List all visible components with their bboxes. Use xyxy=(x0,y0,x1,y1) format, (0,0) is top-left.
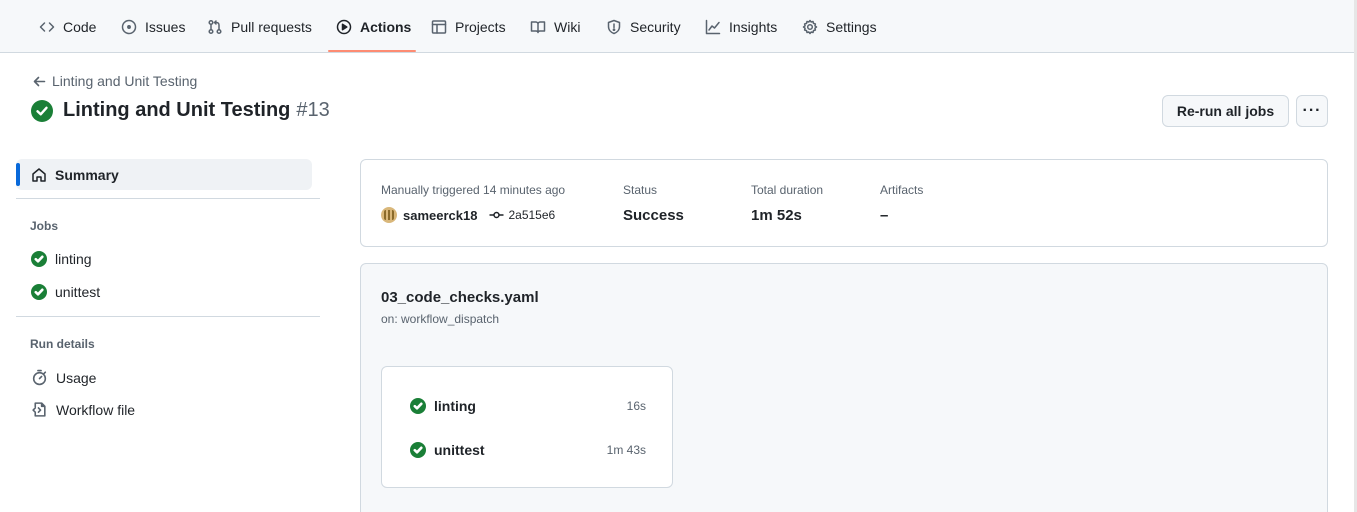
table-icon xyxy=(431,19,447,34)
workflow-file-name: 03_code_checks.yaml xyxy=(381,289,539,306)
file-code-icon xyxy=(32,402,46,417)
tab-pull-requests[interactable]: Pull requests xyxy=(207,0,312,53)
sidebar-item-summary[interactable]: Summary xyxy=(16,159,312,190)
sidebar-summary-label: Summary xyxy=(55,166,119,183)
back-to-workflow-link[interactable]: Linting and Unit Testing xyxy=(33,73,197,89)
shield-icon xyxy=(607,19,621,34)
sidebar-jobs-heading: Jobs xyxy=(30,219,59,233)
tab-settings[interactable]: Settings xyxy=(802,0,877,53)
success-check-icon xyxy=(31,99,53,122)
commit-link[interactable]: 2a515e6 xyxy=(489,208,555,222)
tab-insights-label: Insights xyxy=(729,18,778,35)
avatar[interactable] xyxy=(381,207,397,223)
tab-settings-label: Settings xyxy=(826,18,877,35)
code-icon xyxy=(39,21,55,32)
home-icon xyxy=(32,167,46,182)
stopwatch-icon xyxy=(32,369,47,386)
more-options-button[interactable]: ··· xyxy=(1296,95,1328,127)
jobs-card: linting 16s unittest 1m 43s xyxy=(381,366,673,488)
run-number: #13 xyxy=(296,99,330,121)
sidebar-run-details-heading: Run details xyxy=(30,337,95,351)
workflow-trigger: on: workflow_dispatch xyxy=(381,312,500,326)
commit-sha: 2a515e6 xyxy=(508,208,556,222)
tab-actions-label: Actions xyxy=(360,18,412,35)
duration-label: Total duration xyxy=(751,183,824,197)
issue-icon xyxy=(121,19,137,34)
graph-icon xyxy=(705,19,721,34)
book-icon xyxy=(530,20,546,33)
tab-pull-requests-label: Pull requests xyxy=(231,18,312,35)
success-check-icon xyxy=(410,442,426,458)
artifacts-value: – xyxy=(880,207,889,224)
run-title: Linting and Unit Testing xyxy=(63,99,291,121)
sidebar-item-usage[interactable]: Usage xyxy=(31,369,96,386)
actor-link[interactable]: sameerck18 xyxy=(403,208,477,223)
job-row-unittest[interactable]: unittest 1m 43s xyxy=(410,440,646,460)
gear-icon xyxy=(802,19,818,34)
run-summary-panel: Manually triggered 14 minutes ago sameer… xyxy=(360,159,1328,247)
sidebar-workflow-file-label: Workflow file xyxy=(56,401,136,418)
status-value: Success xyxy=(623,207,684,224)
sidebar-usage-label: Usage xyxy=(56,369,97,386)
tab-security[interactable]: Security xyxy=(606,0,681,53)
workflow-graph-panel: 03_code_checks.yaml on: workflow_dispatc… xyxy=(360,263,1328,512)
repo-nav: Code Issues Pull requests Actions Projec… xyxy=(0,0,1357,53)
success-check-icon xyxy=(31,284,47,300)
status-label: Status xyxy=(623,183,658,197)
tab-projects-label: Projects xyxy=(455,18,506,35)
success-check-icon xyxy=(31,251,47,267)
tab-actions[interactable]: Actions xyxy=(336,0,411,53)
back-link-label: Linting and Unit Testing xyxy=(52,73,198,89)
job-name: unittest xyxy=(434,442,485,458)
sidebar-item-job-linting[interactable]: linting xyxy=(31,251,92,267)
trigger-actor: sameerck18 2a515e6 xyxy=(381,207,555,223)
sidebar-job-label: linting xyxy=(55,251,92,267)
play-icon xyxy=(336,19,352,34)
sidebar-divider xyxy=(16,198,320,199)
sidebar-divider xyxy=(16,316,320,317)
tab-insights[interactable]: Insights xyxy=(705,0,777,53)
commit-icon xyxy=(489,211,504,219)
run-title-row: Linting and Unit Testing #13 xyxy=(31,99,330,122)
job-name: linting xyxy=(434,398,476,414)
trigger-label: Manually triggered 14 minutes ago xyxy=(381,183,566,197)
active-tab-indicator xyxy=(328,50,416,52)
success-check-icon xyxy=(410,398,426,414)
job-duration: 1m 43s xyxy=(606,443,646,457)
tab-projects[interactable]: Projects xyxy=(431,0,506,53)
sidebar-job-label: unittest xyxy=(55,284,101,300)
page-title: Linting and Unit Testing #13 xyxy=(63,99,330,122)
job-row-linting[interactable]: linting 16s xyxy=(410,396,646,416)
rerun-all-jobs-button[interactable]: Re-run all jobs xyxy=(1162,95,1289,127)
job-duration: 16s xyxy=(626,399,646,413)
tab-issues-label: Issues xyxy=(145,18,186,35)
tab-security-label: Security xyxy=(630,18,681,35)
tab-wiki[interactable]: Wiki xyxy=(530,0,580,53)
tab-code-label: Code xyxy=(63,18,97,35)
pull-request-icon xyxy=(208,19,222,34)
artifacts-label: Artifacts xyxy=(880,183,924,197)
arrow-left-icon xyxy=(33,76,46,86)
sidebar-item-workflow-file[interactable]: Workflow file xyxy=(31,401,135,418)
tab-wiki-label: Wiki xyxy=(554,18,581,35)
sidebar-item-job-unittest[interactable]: unittest xyxy=(31,284,100,300)
tab-issues[interactable]: Issues xyxy=(121,0,185,53)
tab-code[interactable]: Code xyxy=(39,0,96,53)
duration-value: 1m 52s xyxy=(751,207,802,224)
